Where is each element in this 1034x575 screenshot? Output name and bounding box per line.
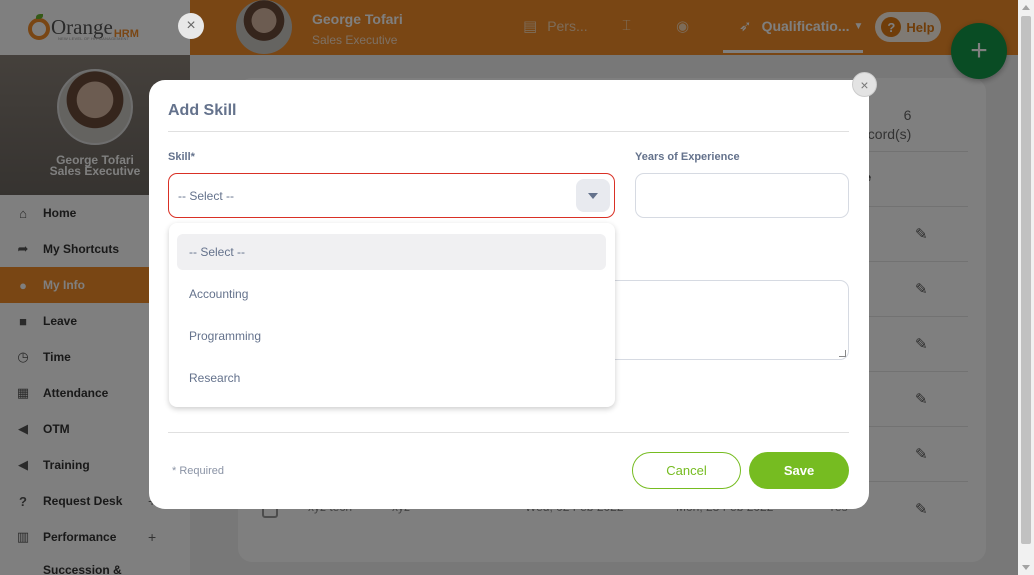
skill-select-value: -- Select -- [178, 188, 235, 203]
dropdown-option[interactable]: -- Select -- [177, 234, 606, 270]
years-of-experience-input[interactable] [635, 173, 849, 218]
title-divider [168, 131, 849, 132]
dropdown-option[interactable]: Research [177, 360, 606, 396]
cancel-button[interactable]: Cancel [632, 452, 741, 489]
skill-select[interactable]: -- Select -- [168, 173, 615, 218]
dropdown-option[interactable]: Programming [177, 318, 606, 354]
close-icon: × [860, 76, 869, 93]
scroll-down-icon[interactable] [1022, 565, 1030, 570]
required-note: * Required [172, 465, 224, 477]
scrollbar-thumb[interactable] [1021, 16, 1031, 544]
chevron-down-icon [588, 192, 598, 199]
add-skill-dialog: Add Skill Skill* Years of Experience -- … [149, 80, 869, 509]
page-scrollbar[interactable] [1018, 0, 1034, 575]
dropdown-option[interactable]: Accounting [177, 276, 606, 312]
close-dialog-button[interactable]: × [852, 72, 877, 97]
dialog-title: Add Skill [168, 102, 237, 119]
footer-divider [168, 432, 849, 433]
skill-dropdown-list: -- Select -- Accounting Programming Rese… [169, 223, 615, 407]
save-button[interactable]: Save [749, 452, 849, 489]
close-sidebar-button[interactable]: × [178, 13, 204, 39]
skill-label: Skill* [168, 151, 195, 163]
comments-textarea[interactable] [615, 280, 849, 360]
years-of-experience-label: Years of Experience [635, 151, 740, 163]
select-toggle-button[interactable] [576, 179, 610, 212]
close-icon: × [186, 17, 196, 34]
scroll-up-icon[interactable] [1022, 5, 1030, 10]
